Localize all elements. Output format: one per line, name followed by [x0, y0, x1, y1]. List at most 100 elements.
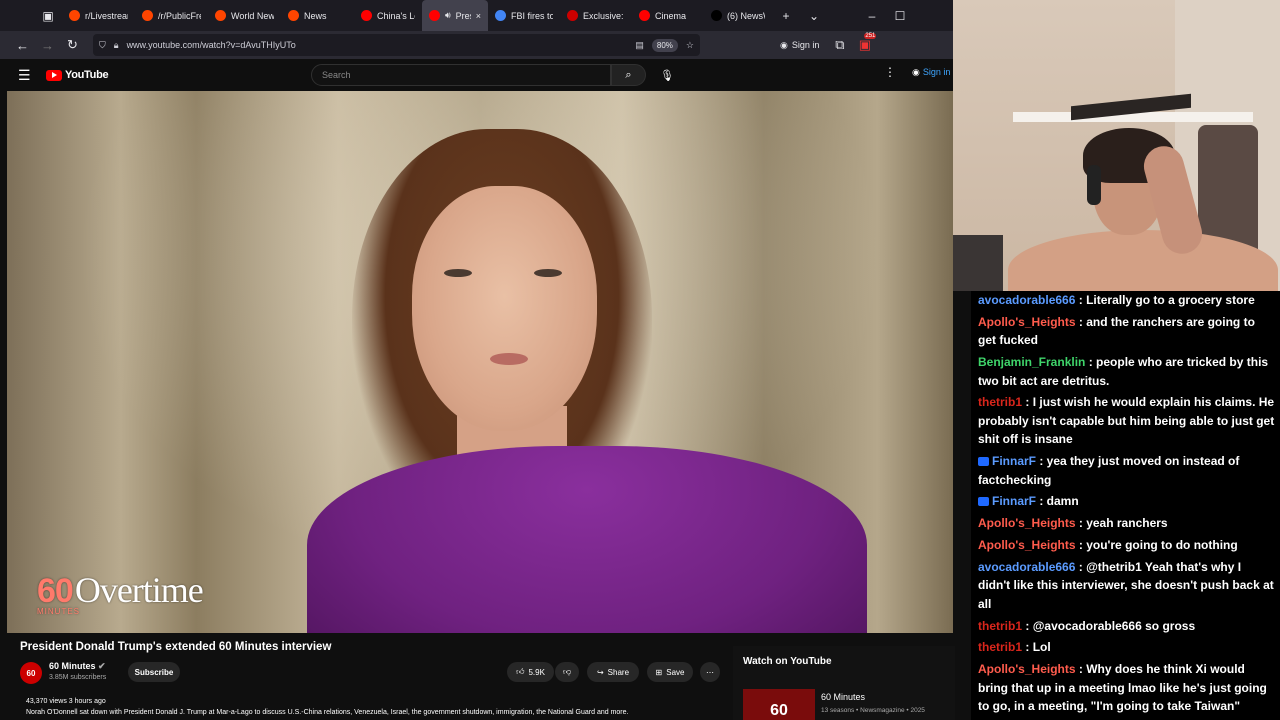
browser-tab[interactable]: r/Livestrean — [62, 0, 135, 31]
tab-label: Pres — [455, 10, 471, 21]
channel-subscribers: 3.85M subscribers — [49, 674, 107, 681]
chat-username[interactable]: thetrib1 — [978, 640, 1022, 654]
tab-close-icon[interactable]: × — [476, 11, 481, 21]
dislike-button[interactable]: 👎︎ — [555, 662, 579, 682]
url-text[interactable]: www.youtube.com/watch?v=dAvuTHIyUTo — [127, 40, 628, 50]
save-button[interactable]: ⊞ Save — [647, 662, 693, 682]
hamburger-menu-icon[interactable]: ☰ — [18, 67, 38, 84]
show-name[interactable]: 60 Minutes — [821, 692, 865, 702]
browser-tab[interactable]: 🔊︎ Pres × — [422, 0, 488, 31]
chat-message-text: yeah ranchers — [1086, 516, 1168, 531]
overtime-logo-sixty: 60 — [37, 572, 74, 610]
shield-icon[interactable]: ⛉ — [99, 40, 106, 51]
chat-message: FinnarF : damn — [978, 492, 1276, 511]
chat-username[interactable]: FinnarF — [992, 454, 1036, 468]
tab-label: Exclusive: I — [583, 10, 625, 21]
chat-message: avocadorable666 : Literally go to a groc… — [978, 293, 1255, 307]
browser-tab[interactable]: News — [281, 0, 354, 31]
save-label: Save — [666, 667, 685, 677]
chat-username[interactable]: avocadorable666 — [978, 560, 1075, 574]
chat-panel[interactable]: avocadorable666 : Literally go to a groc… — [971, 291, 1280, 720]
browser-tab[interactable]: Cinema — [632, 0, 704, 31]
channel-avatar[interactable]: 60 — [20, 662, 42, 684]
back-icon[interactable]: ← — [10, 31, 35, 59]
tab-favicon-icon — [69, 10, 80, 21]
forward-icon[interactable]: → — [35, 31, 60, 59]
tab-label: FBI fires top — [511, 10, 553, 21]
tab-label: r/Livestrean — [85, 10, 128, 21]
browser-tab[interactable]: China's Lon — [354, 0, 422, 31]
browser-sign-in-label: Sign in — [791, 40, 820, 50]
channel-name[interactable]: 60 Minutes ✔ — [49, 661, 106, 672]
new-tab-icon[interactable]: + — [772, 0, 800, 31]
video-player[interactable]: 60 Overtime MINUTES — [7, 91, 953, 633]
chat-message: Apollo's_Heights : Why does he think Xi … — [978, 662, 1267, 714]
subscribe-button[interactable]: Subscribe — [128, 662, 180, 682]
description-meta[interactable]: 43,370 views 3 hours ago — [26, 698, 106, 705]
tab-audio-icon[interactable]: 🔊︎ — [445, 10, 451, 21]
browser-tab[interactable]: /r/PublicFre — [135, 0, 208, 31]
overtime-logo: 60 Overtime MINUTES — [37, 569, 204, 616]
search-button[interactable]: ⌕ — [611, 64, 646, 86]
webcam-feed — [953, 0, 1280, 291]
chair — [953, 235, 1003, 291]
minimize-icon[interactable]: – — [858, 0, 886, 31]
reader-view-icon[interactable]: ▤ — [635, 40, 644, 51]
tab-label: Cinema — [655, 10, 687, 21]
tab-label: (6) NewsW — [727, 10, 765, 21]
chat-username[interactable]: Apollo's_Heights — [978, 662, 1076, 676]
chat-username[interactable]: avocadorable666 — [978, 293, 1075, 307]
chat-message-text: @avocadorable666 so gross — [1032, 618, 1196, 633]
chat-message: Apollo's_Heights : and the ranchers are … — [978, 314, 1255, 348]
bookmark-star-icon[interactable]: ☆ — [686, 40, 694, 51]
tab-overview-icon[interactable]: ▣ — [34, 0, 62, 31]
chat-message-text: damn — [1046, 494, 1079, 509]
account-icon: ◉ — [780, 39, 788, 50]
addon-icon[interactable]: ▣ 251 — [852, 31, 877, 59]
more-options-icon[interactable]: ⋮ — [884, 65, 896, 79]
search-icon: ⌕ — [625, 68, 632, 81]
chat-username[interactable]: Benjamin_Franklin — [978, 355, 1085, 369]
youtube-logo[interactable]: YouTube — [46, 69, 109, 81]
browser-tab[interactable]: FBI fires top — [488, 0, 560, 31]
watch-on-youtube-title: Watch on YouTube — [743, 656, 832, 667]
tab-favicon-icon — [639, 10, 650, 21]
chat-username[interactable]: thetrib1 — [978, 395, 1022, 409]
browser-tab[interactable]: (6) NewsW — [704, 0, 772, 31]
browser-tab-bar: ▣ r/Livestrean/r/PublicFre World New News C… — [0, 0, 953, 31]
share-button[interactable]: ↪ Share — [587, 662, 639, 682]
maximize-icon[interactable]: ☐ — [886, 0, 914, 31]
channel-row: 60 60 Minutes ✔ 3.85M subscribers Subscr… — [20, 660, 720, 690]
chat-username[interactable]: FinnarF — [992, 494, 1036, 508]
chat-badge-icon — [978, 457, 989, 467]
chat-message: thetrib1 : Lol — [978, 640, 1051, 655]
chat-username[interactable]: Apollo's_Heights — [978, 538, 1076, 552]
overtime-logo-brand: Overtime — [74, 570, 204, 610]
overtime-logo-minutes: MINUTES — [37, 607, 80, 616]
tab-favicon-icon — [142, 10, 153, 21]
zoom-level[interactable]: 80% — [651, 38, 678, 52]
like-button[interactable]: 👍︎ 5.9K — [507, 662, 554, 682]
address-bar[interactable]: ⛉ 🔒︎ www.youtube.com/watch?v=dAvuTHIyUTo… — [93, 34, 700, 56]
lock-icon[interactable]: 🔒︎ — [114, 40, 119, 51]
chat-message-text: Lol — [1032, 640, 1051, 655]
description-text[interactable]: Norah O'Donnell sat down with President … — [26, 709, 628, 716]
show-thumbnail[interactable]: 60 — [743, 689, 815, 720]
tab-favicon-icon — [429, 10, 440, 21]
chat-username[interactable]: Apollo's_Heights — [978, 516, 1076, 530]
search-input[interactable]: Search — [311, 64, 611, 86]
reload-icon[interactable]: ↻ — [60, 31, 85, 59]
browser-tab[interactable]: Exclusive: I — [560, 0, 632, 31]
more-actions-button[interactable]: ⋯ — [700, 662, 720, 682]
tab-label: World New — [231, 10, 274, 21]
chat-username[interactable]: Apollo's_Heights — [978, 315, 1076, 329]
browser-tab[interactable]: World New — [208, 0, 281, 31]
extensions-icon[interactable]: ⧉ — [827, 31, 852, 59]
tab-list-chevron-icon[interactable]: ⌄ — [800, 0, 828, 31]
browser-sign-in-button[interactable]: ◉ Sign in — [780, 40, 819, 51]
microphone-icon[interactable]: 🎙︎ — [656, 64, 678, 86]
youtube-sign-in-button[interactable]: ◉ Sign in — [912, 67, 950, 78]
watch-on-youtube-panel[interactable]: Watch on YouTube 60 60 Minutes 13 season… — [733, 646, 955, 720]
show-meta: 13 seasons • Newsmagazine • 2025 — [821, 707, 925, 714]
chat-username[interactable]: thetrib1 — [978, 619, 1022, 633]
